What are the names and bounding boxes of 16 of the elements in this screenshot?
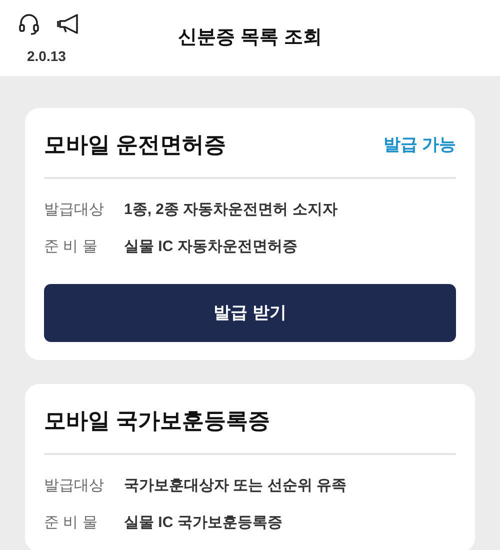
card-title: 모바일 운전면허증: [44, 131, 226, 159]
field-value: 국가보훈대상자 또는 선순위 유족: [124, 476, 347, 496]
card-title: 모바일 국가보훈등록증: [44, 407, 270, 435]
headset-icon[interactable]: [18, 12, 40, 36]
field-label: 준 비 물: [44, 236, 98, 256]
status-label: 발급 가능: [383, 134, 456, 156]
field-label: 발급대상: [44, 476, 105, 496]
megaphone-icon[interactable]: [56, 13, 80, 35]
field-label: 준 비 물: [44, 512, 98, 532]
field-value: 실물 IC 자동차운전면허증: [124, 236, 298, 256]
page-title: 신분증 목록 조회: [178, 26, 322, 50]
issue-button[interactable]: 발급 받기: [44, 284, 456, 342]
field-label: 발급대상: [44, 200, 105, 220]
version-text: 2.0.13: [27, 47, 66, 66]
field-value: 1종, 2종 자동차운전면허 소지자: [124, 200, 338, 220]
field-value: 실물 IC 국가보훈등록증: [124, 512, 282, 532]
